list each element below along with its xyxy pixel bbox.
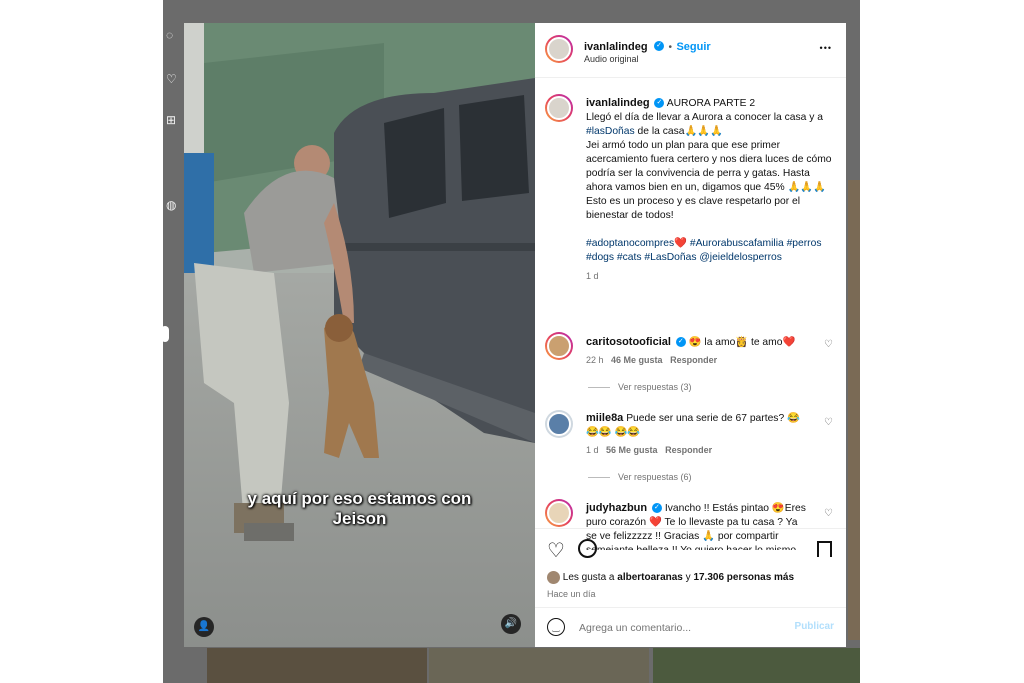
verified-badge-icon: ✓ [651,503,662,514]
caption-avatar[interactable] [545,94,573,122]
publish-button[interactable]: Publicar [795,621,834,632]
person-icon: 👤 [197,621,211,632]
add-comment-bar: ‿ Publicar [535,607,846,648]
profile-nav-icon: ◍ [166,198,177,212]
tagged-users-button[interactable]: 👤 [194,617,214,637]
audio-label[interactable]: Audio original [584,54,639,64]
verified-badge-icon: ✓ [654,98,665,109]
like-heart-icon[interactable]: ♡ [547,538,565,563]
post-details-panel: ivanlalindeg ✓ • Seguir Audio original •… [535,23,846,647]
verified-badge-icon: ✓ [675,337,686,348]
verified-badge-icon: ✓ [654,40,665,51]
commenter-avatar[interactable] [545,410,573,438]
post-actions: ♡ Les gusta a albertoaranas y 17.306 per… [535,528,846,607]
view-replies-button[interactable]: Ver respuestas (3) [588,382,692,392]
comment-like-heart-icon[interactable]: ♡ [824,339,834,350]
caption-hashtags[interactable]: #adoptanocompres❤️ #Aurorabuscafamilia #… [586,238,821,249]
comments-list[interactable]: ivanlalindeg ✓ AURORA PARTE 2 Llegó el d… [535,78,846,550]
more-options-icon[interactable]: ••• [820,43,832,53]
caption-age: 1 d [586,271,599,281]
speaker-icon: 🔊 [504,618,518,629]
video-subtitle: y aquí por eso estamos con Jeison [247,489,472,528]
commenter-avatar[interactable] [545,332,573,360]
emoji-icon[interactable]: ‿ [547,618,565,636]
audio-toggle-button[interactable]: 🔊 [501,614,521,634]
view-replies-button[interactable]: Ver respuestas (6) [588,472,692,482]
commenter-avatar[interactable] [545,499,573,527]
caption-hashtags[interactable]: #dogs #cats #LasDoñas @jeieldelosperros [586,252,782,263]
comment-input[interactable] [577,618,781,638]
comment-like-heart-icon[interactable]: ♡ [824,417,834,428]
carousel-prev-handle[interactable] [161,326,169,342]
create-icon: ⊞ [166,113,177,127]
save-bookmark-icon[interactable] [817,541,832,557]
comment-meta: 22 h 46 Me gusta Responder [586,355,718,365]
compass-icon: ◌ [166,28,174,42]
post-caption: ivanlalindeg ✓ AURORA PARTE 2 Llegó el d… [586,97,832,281]
post-header: ivanlalindeg ✓ • Seguir Audio original •… [535,23,846,78]
liker-avatar[interactable] [547,571,560,584]
video-frame [184,23,535,647]
comment-item: miile8a Puede ser una serie de 67 partes… [586,412,800,438]
comment-item: caritosotooficial ✓ 😍 la amo👸 te amo❤️ [586,336,796,348]
comment-bubble-icon[interactable] [578,539,597,558]
comment-meta: 1 d 56 Me gusta Responder [586,445,713,455]
hashtag-link[interactable]: #lasDoñas [586,126,635,137]
likes-summary: Les gusta a albertoaranas y 17.306 perso… [547,571,794,584]
author-avatar[interactable] [545,35,573,63]
follow-button[interactable]: Seguir [676,41,710,53]
author-username[interactable]: ivanlalindeg [584,41,648,53]
comment-like-heart-icon[interactable]: ♡ [824,508,834,519]
heart-nav-icon: ♡ [166,72,177,86]
post-video[interactable]: y aquí por eso estamos con Jeison 👤 🔊 [184,23,535,647]
post-time[interactable]: Hace un día [547,589,596,599]
